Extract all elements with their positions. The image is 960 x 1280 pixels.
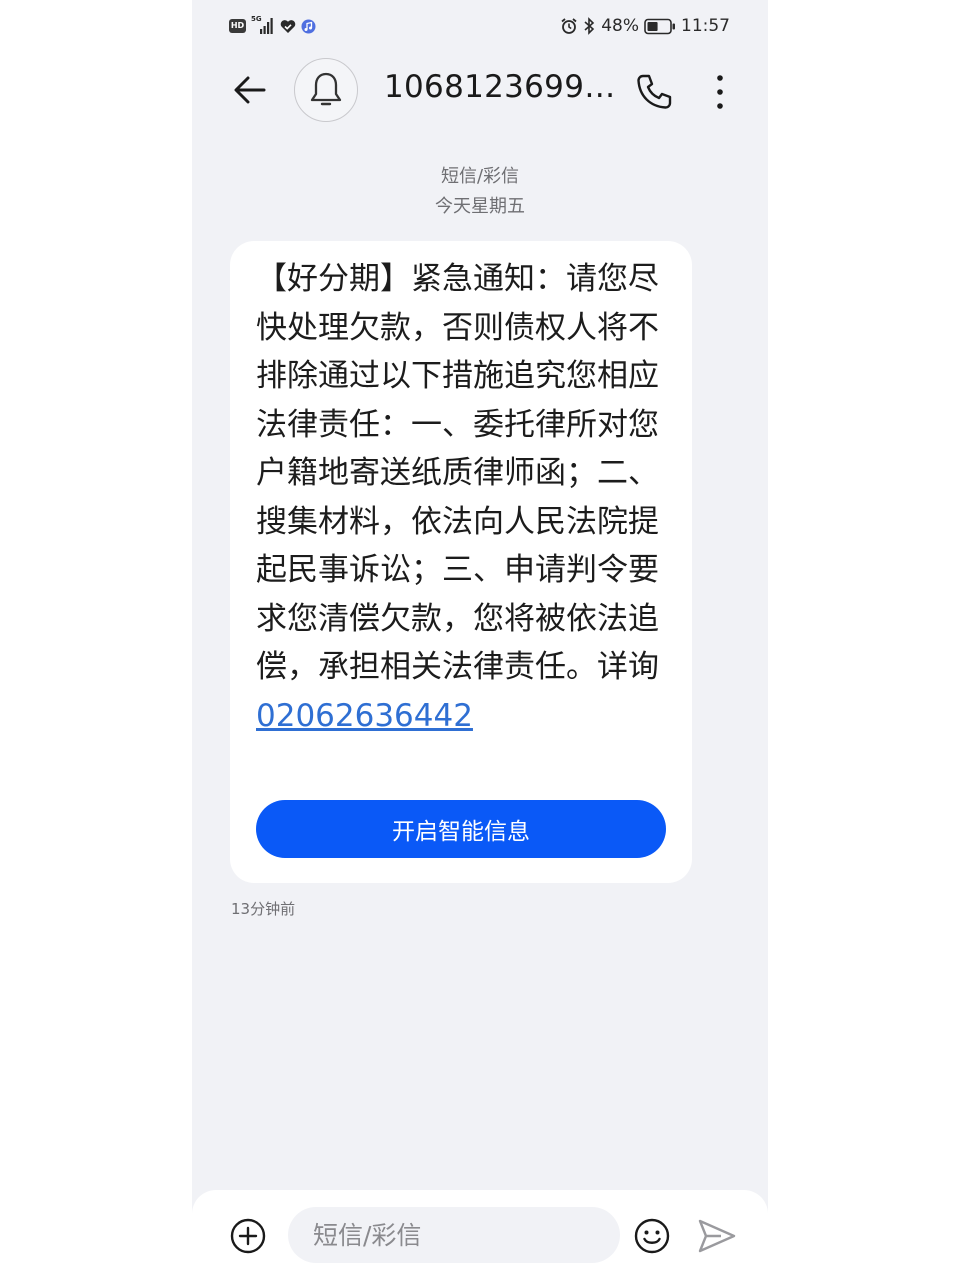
add-circle-icon: [230, 1218, 266, 1254]
cellular-signal-icon: 5G: [251, 15, 275, 35]
message-type-label: 短信/彩信: [440, 166, 520, 187]
clock: 11:57: [681, 16, 730, 36]
more-options-button[interactable]: [700, 70, 740, 114]
message-input[interactable]: [288, 1207, 620, 1263]
back-arrow-icon: [234, 76, 266, 104]
call-button[interactable]: [632, 70, 676, 114]
composer-bar: [192, 1190, 768, 1280]
heart-shield-icon: [280, 19, 296, 33]
contact-avatar[interactable]: [294, 58, 358, 122]
add-attachment-button[interactable]: [228, 1216, 268, 1256]
send-icon: [698, 1219, 736, 1253]
hd-badge: HD: [229, 19, 246, 33]
message-body: 【好分期】紧急通知：请您尽快处理欠款，否则债权人将不排除通过以下措施追究您相应法…: [256, 255, 676, 740]
emoji-icon: [634, 1218, 670, 1254]
music-note-icon: [301, 19, 316, 33]
message-text: 【好分期】紧急通知：请您尽快处理欠款，否则债权人将不排除通过以下措施追究您相应法…: [256, 261, 659, 685]
bluetooth-icon: [584, 17, 595, 35]
status-left: HD 5G: [229, 15, 316, 35]
network-type: 5G: [251, 15, 262, 23]
date-divider: 今天星期五: [435, 196, 525, 217]
enable-smart-message-button[interactable]: 开启智能信息: [256, 800, 666, 858]
status-right: 48% 11:57: [560, 16, 730, 36]
send-button[interactable]: [696, 1216, 738, 1256]
status-bar: HD 5G 48% 11:57: [192, 0, 768, 56]
phone-screen: HD 5G 48% 11:57 10681236998... 短信/彩信 今天星…: [192, 0, 768, 1280]
phone-number-link[interactable]: 02062636442: [256, 698, 473, 734]
message-bubble[interactable]: 【好分期】紧急通知：请您尽快处理欠款，否则债权人将不排除通过以下措施追究您相应法…: [230, 241, 692, 883]
back-button[interactable]: [228, 70, 272, 110]
contact-number: 10681236998...: [384, 69, 620, 105]
emoji-button[interactable]: [632, 1216, 672, 1256]
battery-percent: 48%: [601, 16, 639, 36]
bell-icon: [310, 72, 342, 106]
phone-icon: [637, 74, 672, 109]
message-timestamp: 13分钟前: [231, 900, 296, 918]
battery-icon: [644, 18, 675, 34]
alarm-icon: [561, 18, 577, 34]
conversation-header: 10681236998...: [192, 56, 768, 126]
more-vertical-icon: [717, 75, 723, 109]
